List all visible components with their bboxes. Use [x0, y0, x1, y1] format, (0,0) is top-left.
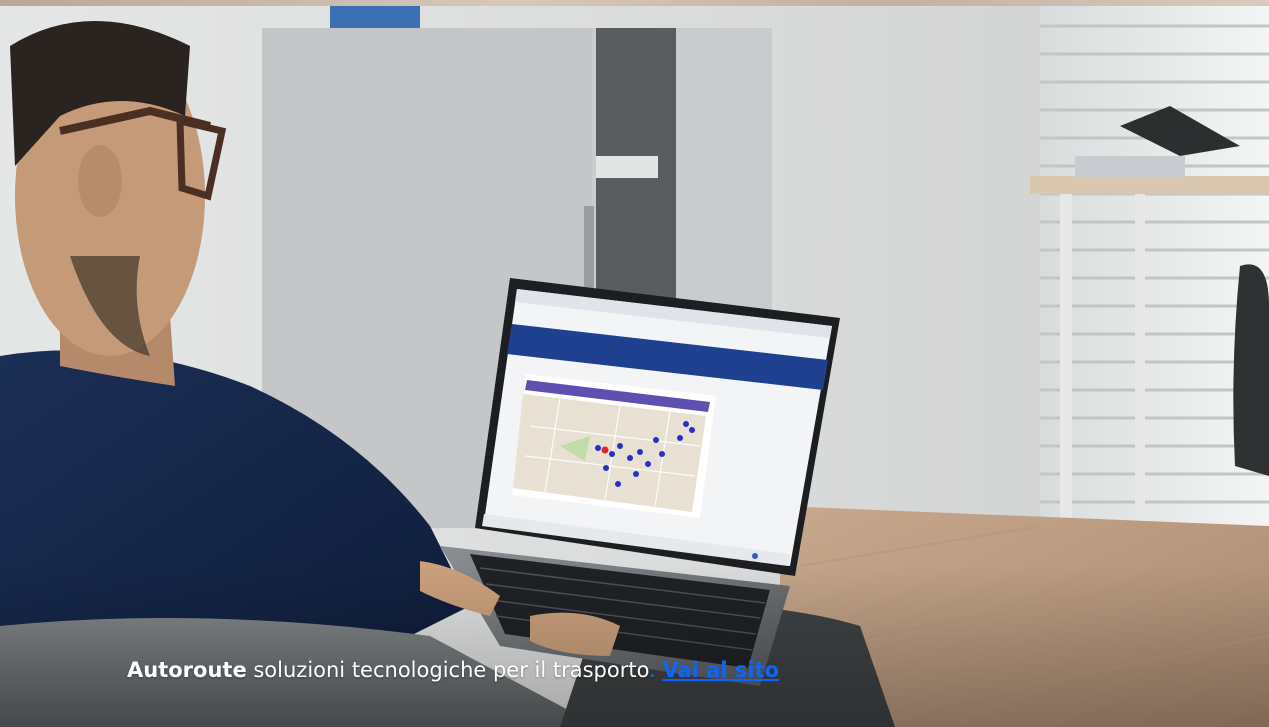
hero-photo	[0, 6, 1269, 727]
caption-text: soluzioni tecnologiche per il trasporto	[246, 658, 650, 682]
visit-site-link[interactable]: Vai al sito	[662, 658, 779, 682]
caption-separator: .	[649, 658, 663, 682]
hero-caption: Autoroute soluzioni tecnologiche per il …	[127, 654, 779, 686]
caption-brand: Autoroute	[127, 658, 247, 682]
hero-banner: Autoroute soluzioni tecnologiche per il …	[0, 0, 1269, 727]
